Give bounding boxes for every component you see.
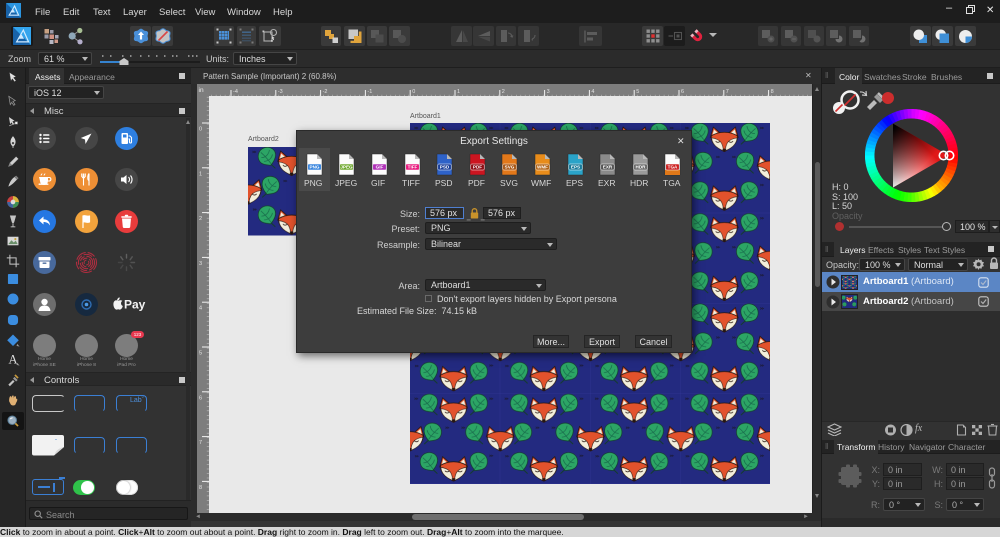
svg-text:4: 4 bbox=[591, 89, 594, 95]
svg-text:5: 5 bbox=[636, 89, 639, 95]
svg-text:1: 1 bbox=[457, 89, 460, 95]
svg-text:3: 3 bbox=[199, 261, 202, 267]
svg-text:-2: -2 bbox=[323, 89, 328, 95]
svg-text:1: 1 bbox=[199, 171, 202, 177]
svg-text:A: A bbox=[9, 352, 18, 366]
svg-text:4: 4 bbox=[199, 306, 202, 312]
svg-text:PNG: PNG bbox=[309, 165, 319, 170]
svg-text:-4: -4 bbox=[233, 89, 238, 95]
svg-text:-3: -3 bbox=[278, 89, 283, 95]
svg-text:SVG: SVG bbox=[505, 165, 515, 170]
svg-text:3: 3 bbox=[547, 89, 550, 95]
svg-text:HDR: HDR bbox=[635, 165, 646, 170]
svg-text:7: 7 bbox=[199, 440, 202, 446]
svg-text:ˇ: ˇ bbox=[55, 440, 57, 446]
svg-text:TIFF: TIFF bbox=[407, 165, 417, 170]
svg-text:JPEG: JPEG bbox=[341, 165, 354, 170]
svg-text:TGA: TGA bbox=[668, 165, 678, 170]
svg-text:Pay: Pay bbox=[124, 298, 146, 312]
svg-text:PDF: PDF bbox=[473, 165, 482, 170]
svg-text:7: 7 bbox=[726, 89, 729, 95]
svg-text:2: 2 bbox=[199, 216, 202, 222]
svg-text:GIF: GIF bbox=[376, 165, 384, 170]
svg-text:0: 0 bbox=[199, 127, 202, 133]
svg-text:-1: -1 bbox=[367, 89, 372, 95]
svg-text:WMF: WMF bbox=[537, 165, 548, 170]
svg-text:8: 8 bbox=[199, 485, 202, 491]
svg-text:PSD: PSD bbox=[440, 165, 450, 170]
svg-text:5: 5 bbox=[199, 351, 202, 357]
svg-text:0: 0 bbox=[412, 89, 415, 95]
svg-text:6: 6 bbox=[199, 395, 202, 401]
svg-text:EXR: EXR bbox=[603, 165, 613, 170]
svg-text:8: 8 bbox=[771, 89, 774, 95]
svg-text:6: 6 bbox=[681, 89, 684, 95]
svg-text:2: 2 bbox=[502, 89, 505, 95]
svg-text:EPS: EPS bbox=[570, 165, 579, 170]
